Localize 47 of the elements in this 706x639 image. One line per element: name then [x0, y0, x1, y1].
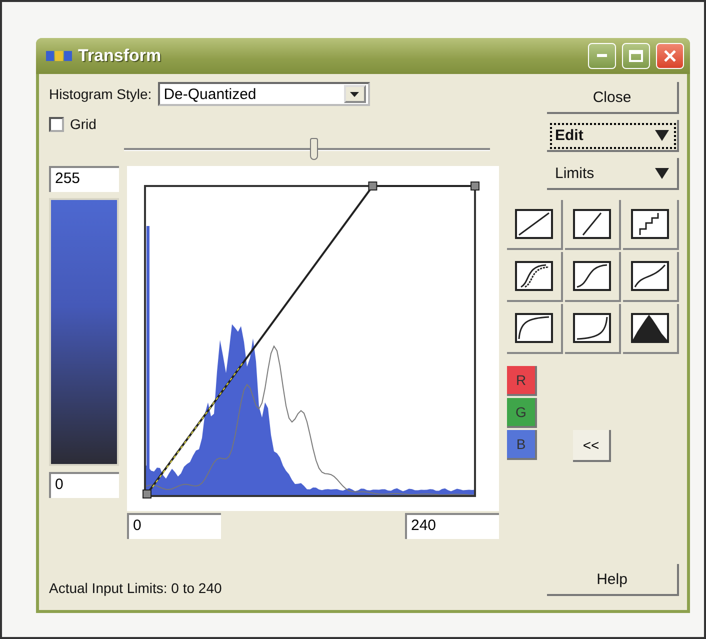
double-s-curve-icon	[515, 261, 553, 291]
maximize-button[interactable]	[622, 43, 650, 69]
menu-button[interactable]: Limits	[547, 158, 679, 190]
linear-curve-icon	[515, 209, 553, 239]
input-limits-status: Actual Input Limits: 0 to 240	[49, 580, 223, 596]
channel-button[interactable]: G	[507, 398, 537, 428]
curve-control-point[interactable]	[470, 182, 480, 190]
curve-preset-button[interactable]	[623, 252, 679, 302]
app-logo-icon	[46, 49, 72, 63]
output-min-field[interactable]: 0	[49, 472, 119, 498]
window-title: Transform	[78, 46, 162, 66]
maximize-icon	[629, 50, 643, 62]
curve-control-point[interactable]	[368, 182, 378, 190]
caret-icon	[655, 168, 669, 178]
histogram-style-dropdown[interactable]: De-Quantized	[158, 82, 370, 106]
curve-preset-button[interactable]	[507, 252, 563, 302]
input-max-field[interactable]: 240	[405, 513, 499, 539]
steep-curve-icon	[573, 209, 611, 239]
curve-preset-button[interactable]	[565, 252, 621, 302]
curve-preset-button[interactable]	[507, 304, 563, 354]
curve-preset-button[interactable]	[623, 304, 679, 354]
slider-thumb[interactable]	[310, 138, 318, 160]
ease-in-curve-icon	[573, 313, 611, 343]
collapse-button[interactable]: <<	[573, 430, 611, 462]
menu-button[interactable]: Edit	[547, 120, 679, 152]
help-button[interactable]: Help	[547, 564, 679, 596]
grid-label: Grid	[70, 116, 96, 132]
close-button[interactable]	[656, 43, 684, 69]
caret-icon	[655, 130, 669, 140]
close-icon	[663, 49, 677, 63]
input-min-field[interactable]: 0	[127, 513, 221, 539]
steps-curve-icon	[631, 209, 669, 239]
minimize-icon	[597, 54, 607, 58]
output-max-field[interactable]: 255	[49, 166, 119, 192]
soft-curve-icon	[631, 261, 669, 291]
ease-out-curve-icon	[515, 313, 553, 343]
close-dialog-button[interactable]: Close	[547, 82, 679, 114]
minimize-button[interactable]	[588, 43, 616, 69]
curve-preset-button[interactable]	[565, 200, 621, 250]
histogram-style-label: Histogram Style:	[49, 86, 152, 102]
histogram-curve-icon	[631, 313, 669, 343]
curve-preset-button[interactable]	[623, 200, 679, 250]
s-curve-curve-icon	[573, 261, 611, 291]
curve-preset-button[interactable]	[565, 304, 621, 354]
curve-control-point[interactable]	[142, 490, 152, 498]
caret-icon	[350, 92, 360, 96]
grid-checkbox[interactable]	[49, 116, 64, 132]
